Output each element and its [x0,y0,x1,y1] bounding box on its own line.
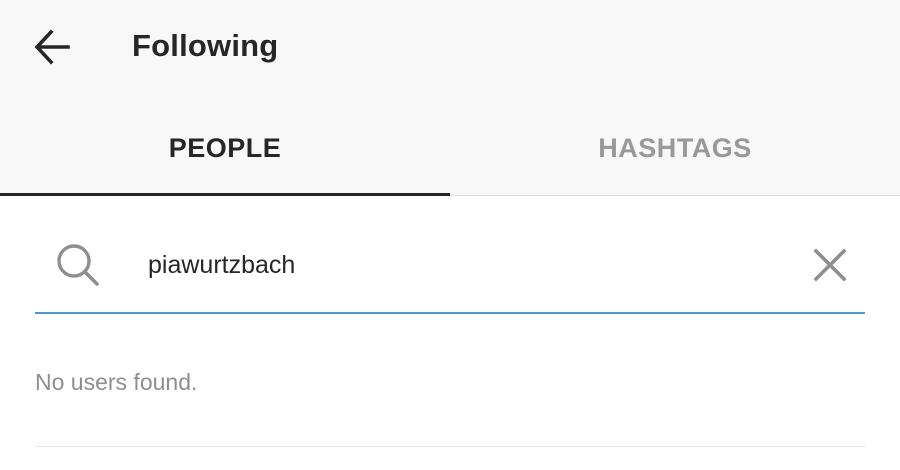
back-button[interactable] [24,22,80,72]
page-title: Following [132,28,279,63]
close-icon [813,248,847,282]
tab-bar: PEOPLE HASHTAGS [0,110,900,196]
empty-results-message: No users found. [35,369,198,395]
search-input[interactable] [148,244,768,286]
search-bar [35,222,865,314]
divider [35,446,865,447]
tab-people[interactable]: PEOPLE [0,110,450,196]
clear-search-button[interactable] [807,242,853,288]
search-icon [57,244,99,286]
arrow-left-icon [34,29,70,65]
tab-hashtags[interactable]: HASHTAGS [450,110,900,196]
top-bar: Following PEOPLE HASHTAGS [0,0,900,196]
